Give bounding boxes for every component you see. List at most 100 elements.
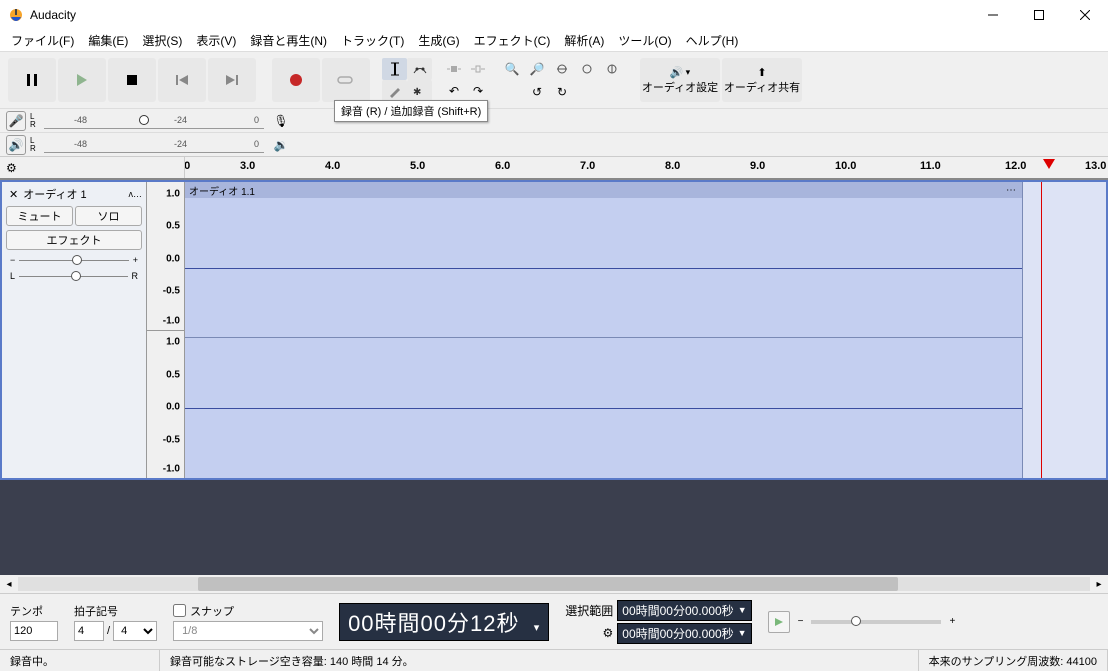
redo-zoom-icon[interactable]: ↻: [550, 81, 574, 103]
track-close-button[interactable]: ✕: [6, 188, 21, 201]
skip-start-button[interactable]: [158, 58, 206, 102]
app-logo-icon: [8, 7, 24, 23]
snap-select[interactable]: 1/8: [173, 621, 323, 641]
minimize-button[interactable]: [970, 0, 1016, 30]
timesig-label: 拍子記号: [74, 603, 157, 619]
play-meter-scale[interactable]: -48 -24 0: [44, 137, 264, 153]
envelope-tool[interactable]: [407, 58, 432, 80]
track-name[interactable]: オーディオ 1: [21, 186, 128, 202]
audio-share-button[interactable]: ⬆ オーディオ共有: [722, 58, 802, 102]
track-menu-icon[interactable]: …: [133, 189, 142, 199]
play-settings-icon[interactable]: 🔉: [272, 136, 290, 154]
menu-view[interactable]: 表示(V): [189, 30, 243, 51]
undo-zoom-icon[interactable]: ↺: [525, 81, 549, 103]
audio-settings-label: オーディオ設定: [642, 79, 718, 95]
solo-button[interactable]: ソロ: [75, 206, 142, 226]
multi-tool[interactable]: ✱: [407, 80, 432, 102]
zoom-in-icon[interactable]: 🔍: [500, 58, 524, 80]
rec-meter-knob[interactable]: [139, 115, 149, 125]
record-tooltip: 録音 (R) / 追加録音 (Shift+R): [334, 100, 488, 122]
menu-tools[interactable]: ツール(O): [611, 30, 678, 51]
speaker-meter-icon[interactable]: 🔊: [6, 135, 26, 155]
menu-help[interactable]: ヘルプ(H): [679, 30, 746, 51]
scroll-right-icon[interactable]: ▸: [1090, 579, 1108, 590]
timesig-numerator[interactable]: [74, 621, 104, 641]
selection-end[interactable]: 00時間00分00.000秒▼: [617, 623, 751, 644]
menu-select[interactable]: 選択(S): [135, 30, 189, 51]
tempo-label: テンポ: [10, 603, 58, 619]
clip-name: オーディオ 1.1: [189, 183, 255, 198]
mute-button[interactable]: ミュート: [6, 206, 73, 226]
scroll-left-icon[interactable]: ◂: [0, 579, 18, 590]
redo-icon[interactable]: ↷: [466, 80, 490, 102]
tracks-area: ✕ オーディオ 1 ᴧ … ミュート ソロ エフェクト −+ LR 1.0 0.…: [0, 180, 1108, 575]
speaker-icon: 🔊: [670, 66, 684, 79]
fit-project-icon[interactable]: [575, 58, 599, 80]
tempo-input[interactable]: [10, 621, 58, 641]
selection-label: 選択範囲: [565, 602, 613, 619]
time-display[interactable]: 00時間00分12秒 ▾: [339, 603, 549, 641]
zoom-out-icon[interactable]: 🔎: [525, 58, 549, 80]
trim-tools: ↶ ↷: [442, 58, 490, 102]
waveform-area[interactable]: オーディオ 1.1 ⋯: [185, 182, 1106, 478]
timeline-settings[interactable]: ⚙: [0, 157, 185, 178]
selection-tool[interactable]: [382, 58, 407, 80]
timeline-ruler[interactable]: 2.0 3.0 4.0 5.0 6.0 7.0 8.0 9.0 10.0 11.…: [185, 157, 1108, 178]
timeline-ruler-row: ⚙ 2.0 3.0 4.0 5.0 6.0 7.0 8.0 9.0 10.0 1…: [0, 156, 1108, 180]
gain-slider[interactable]: −+: [4, 252, 144, 268]
stop-button[interactable]: [108, 58, 156, 102]
menu-track[interactable]: トラック(T): [334, 30, 411, 51]
undo-icon[interactable]: ↶: [442, 80, 466, 102]
effect-button[interactable]: エフェクト: [6, 230, 142, 250]
selection-gear-icon[interactable]: ⚙: [565, 626, 613, 640]
zoom-tools: 🔍 🔎 ↺ ↻: [500, 58, 624, 103]
upload-icon: ⬆: [757, 66, 766, 79]
lr-label: LR: [30, 113, 40, 129]
record-button[interactable]: [272, 58, 320, 102]
bottom-toolbar: テンポ 拍子記号 / 4 スナップ 1/8 00時間00分12秒 ▾ 選択範囲 …: [0, 593, 1108, 649]
selection-start[interactable]: 00時間00分00.000秒▼: [617, 600, 751, 621]
playback-speed-slider[interactable]: [811, 620, 941, 624]
status-storage: 録音可能なストレージ空き容量: 140 時間 14 分。: [160, 650, 919, 671]
play-at-speed-button[interactable]: [768, 611, 790, 633]
mic-settings-icon[interactable]: 🎙: [272, 112, 290, 130]
transport-toolbar: ✱ ↶ ↷ 🔍 🔎 ↺ ↻ 🔊▾ オーディオ設定 ⬆ オーディオ共有 録音 (R…: [0, 52, 1108, 108]
maximize-button[interactable]: [1016, 0, 1062, 30]
status-recording: 録音中。: [0, 650, 160, 671]
menu-file[interactable]: ファイル(F): [4, 30, 81, 51]
status-sample-rate: 本来のサンプリング周波数: 44100: [919, 650, 1108, 671]
trim-outside-icon[interactable]: [442, 58, 466, 80]
horizontal-scrollbar[interactable]: ◂ ▸: [0, 575, 1108, 593]
close-button[interactable]: [1062, 0, 1108, 30]
audio-share-label: オーディオ共有: [724, 79, 800, 95]
menu-transport[interactable]: 録音と再生(N): [243, 30, 334, 51]
rec-meter-scale[interactable]: -48 -24 0: [44, 113, 264, 129]
loop-button[interactable]: [322, 58, 370, 102]
fit-selection-icon[interactable]: [550, 58, 574, 80]
snap-checkbox[interactable]: [173, 604, 186, 617]
menu-effect[interactable]: エフェクト(C): [467, 30, 558, 51]
meter-area: 🎤 LR -48 -24 0 🎙 🔊 LR -48 -24 0 🔉: [0, 108, 1108, 156]
silence-selection-icon[interactable]: [466, 58, 490, 80]
timesig-denominator[interactable]: 4: [113, 621, 157, 641]
snap-label: スナップ: [190, 603, 234, 619]
draw-tool[interactable]: [382, 80, 407, 102]
pause-button[interactable]: [8, 58, 56, 102]
zoom-toggle-icon[interactable]: [600, 58, 624, 80]
titlebar: Audacity: [0, 0, 1108, 30]
window-title: Audacity: [30, 8, 970, 22]
skip-end-button[interactable]: [208, 58, 256, 102]
edit-tools: ✱: [382, 58, 432, 102]
menu-analyze[interactable]: 解析(A): [557, 30, 611, 51]
playhead-marker[interactable]: [1043, 159, 1055, 169]
clip-menu-icon[interactable]: ⋯: [1006, 185, 1016, 196]
audio-clip[interactable]: オーディオ 1.1 ⋯: [185, 182, 1023, 478]
audio-settings-button[interactable]: 🔊▾ オーディオ設定: [640, 58, 720, 102]
pan-slider[interactable]: LR: [4, 268, 144, 284]
statusbar: 録音中。 録音可能なストレージ空き容量: 140 時間 14 分。 本来のサンプ…: [0, 649, 1108, 671]
play-button[interactable]: [58, 58, 106, 102]
mic-icon[interactable]: 🎤: [6, 111, 26, 131]
menu-generate[interactable]: 生成(G): [411, 30, 466, 51]
scroll-thumb[interactable]: [198, 577, 898, 591]
menu-edit[interactable]: 編集(E): [81, 30, 135, 51]
